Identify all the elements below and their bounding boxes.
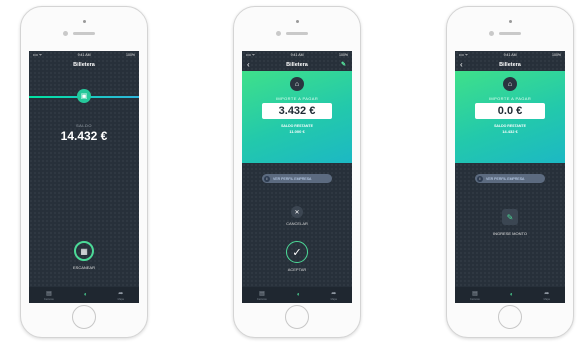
tab-wallet[interactable]: ◐ [297, 292, 301, 298]
view-company-profile-label: VER PERFIL EMPRESA [486, 176, 525, 181]
tab-label: Mapa [117, 297, 124, 301]
nav-bar: ‹ Billetera ✎ [242, 59, 352, 71]
amount-to-pay-label: IMPORTE A PAGAR [488, 96, 532, 101]
tab-bar: ▤ Facturas ◐ ➦ Mapa [455, 287, 565, 303]
battery-status: 100% [339, 53, 348, 57]
wallet-icon: ◐ [509, 292, 514, 298]
screen-enter-amount: •••• ᯤ 9:41 AM 100% ‹ Billetera ⌂ IMPORT… [455, 51, 565, 303]
info-icon: i [264, 175, 270, 182]
earpiece [73, 32, 95, 35]
store-icon: ⌂ [503, 77, 517, 91]
battery-status: 100% [552, 53, 561, 57]
wallet-icon: ◐ [83, 292, 88, 298]
carrier-signal: •••• ᯤ [459, 52, 469, 57]
cancel-button[interactable]: ✕ [291, 206, 303, 218]
tab-label: Facturas [257, 297, 267, 301]
nav-title: Billetera [286, 62, 308, 68]
balance-label: SALDO [75, 123, 93, 128]
carrier-signal: •••• ᯤ [33, 52, 43, 57]
earpiece [286, 32, 308, 35]
receipt-icon: ▤ [259, 290, 265, 297]
receipt-icon: ▤ [46, 290, 52, 297]
status-time: 9:41 AM [77, 53, 91, 57]
balance-value: 14.432 € [60, 129, 108, 143]
battery-status: 100% [126, 53, 135, 57]
status-bar: •••• ᯤ 9:41 AM 100% [242, 51, 352, 59]
sensor-dot [296, 20, 299, 23]
front-camera [489, 31, 494, 36]
back-arrow-icon[interactable]: ‹ [247, 60, 250, 69]
store-icon: ⌂ [290, 77, 304, 91]
front-camera [63, 31, 68, 36]
camera-icon[interactable]: ▣ [77, 89, 91, 103]
qr-code-icon: ▦ [80, 246, 88, 256]
front-camera [276, 31, 281, 36]
info-icon: i [477, 175, 483, 182]
remaining-balance-label: SALDO RESTANTE [494, 124, 526, 128]
payment-panel: ⌂ IMPORTE A PAGAR 3.432 € SALDO RESTANTE… [242, 71, 352, 163]
tab-bar: ▤ Facturas ◐ ➦ Mapa [29, 287, 139, 303]
home-button[interactable] [72, 305, 96, 329]
tab-map[interactable]: ➦ Mapa [331, 290, 337, 301]
scan-label: ESCANEAR [72, 265, 95, 270]
view-company-profile-button[interactable]: i VER PERFIL EMPRESA [262, 174, 332, 183]
phone-mockup-2: •••• ᯤ 9:41 AM 100% ‹ Billetera ✎ ⌂ IMPO… [233, 6, 361, 338]
pencil-icon[interactable]: ✎ [341, 61, 346, 68]
compass-icon: ➦ [544, 290, 550, 297]
tab-label: Mapa [543, 297, 550, 301]
remaining-balance-value: 14.432 € [502, 129, 518, 134]
remaining-balance-value: 11.000 € [289, 129, 305, 134]
tab-label: Facturas [470, 297, 480, 301]
home-button[interactable] [285, 305, 309, 329]
status-bar: •••• ᯤ 9:41 AM 100% [455, 51, 565, 59]
home-button[interactable] [498, 305, 522, 329]
tab-label: Mapa [330, 297, 337, 301]
pencil-icon: ✎ [506, 212, 514, 222]
checkmark-icon: ✓ [292, 246, 302, 259]
enter-amount-button[interactable]: ✎ [502, 209, 518, 225]
screen-payment-confirm: •••• ᯤ 9:41 AM 100% ‹ Billetera ✎ ⌂ IMPO… [242, 51, 352, 303]
nav-bar: Billetera [29, 59, 139, 71]
earpiece [499, 32, 521, 35]
phone-mockup-1: •••• ᯤ 9:41 AM 100% Billetera ▣ SALDO 14… [20, 6, 148, 338]
tab-map[interactable]: ➦ Mapa [118, 290, 124, 301]
status-time: 9:41 AM [503, 53, 517, 57]
phone-mockup-3: •••• ᯤ 9:41 AM 100% ‹ Billetera ⌂ IMPORT… [446, 6, 574, 338]
status-bar: •••• ᯤ 9:41 AM 100% [29, 51, 139, 59]
carrier-signal: •••• ᯤ [246, 52, 256, 57]
compass-icon: ➦ [331, 290, 337, 297]
status-time: 9:41 AM [290, 53, 304, 57]
payment-panel: ⌂ IMPORTE A PAGAR 0.0 € SALDO RESTANTE 1… [455, 71, 565, 163]
wallet-icon: ◐ [296, 292, 301, 298]
enter-amount-label: INGRESE MONTO [493, 231, 527, 236]
accept-label: ACEPTAR [287, 267, 307, 272]
nav-title: Billetera [499, 62, 521, 68]
tab-invoices[interactable]: ▤ Facturas [44, 290, 54, 301]
scan-button[interactable]: ▦ [74, 241, 94, 261]
remaining-balance-label: SALDO RESTANTE [281, 124, 313, 128]
tab-label: Facturas [44, 297, 54, 301]
tab-bar: ▤ Facturas ◐ ➦ Mapa [242, 287, 352, 303]
sensor-dot [83, 20, 86, 23]
view-company-profile-label: VER PERFIL EMPRESA [273, 176, 312, 181]
receipt-icon: ▤ [472, 290, 478, 297]
amount-field[interactable]: 0.0 € [475, 103, 545, 119]
back-arrow-icon[interactable]: ‹ [460, 60, 463, 69]
tab-wallet[interactable]: ◐ [84, 292, 88, 298]
sensor-dot [509, 20, 512, 23]
amount-to-pay-label: IMPORTE A PAGAR [275, 96, 319, 101]
tab-wallet[interactable]: ◐ [510, 292, 514, 298]
close-icon: ✕ [294, 209, 300, 216]
tab-map[interactable]: ➦ Mapa [544, 290, 550, 301]
tab-invoices[interactable]: ▤ Facturas [470, 290, 480, 301]
screen-wallet-balance: •••• ᯤ 9:41 AM 100% Billetera ▣ SALDO 14… [29, 51, 139, 303]
nav-bar: ‹ Billetera [455, 59, 565, 71]
cancel-label: CANCELAR [286, 221, 308, 226]
accept-button[interactable]: ✓ [286, 241, 308, 263]
nav-title: Billetera [73, 62, 95, 68]
view-company-profile-button[interactable]: i VER PERFIL EMPRESA [475, 174, 545, 183]
amount-field[interactable]: 3.432 € [262, 103, 332, 119]
compass-icon: ➦ [118, 290, 124, 297]
tab-invoices[interactable]: ▤ Facturas [257, 290, 267, 301]
